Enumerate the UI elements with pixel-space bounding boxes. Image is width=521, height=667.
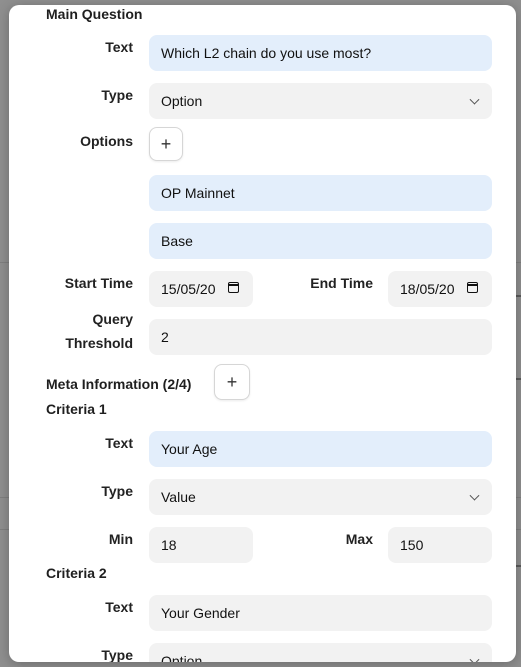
criteria-1-min-input[interactable]: 18 xyxy=(149,527,253,563)
criteria-2-text-label: Text xyxy=(105,599,133,615)
criteria-2-type-select[interactable]: Option xyxy=(149,643,492,662)
end-time-value: 18/05/20 xyxy=(400,281,455,297)
add-option-button[interactable]: + xyxy=(149,127,183,161)
start-time-input[interactable]: 15/05/20 xyxy=(149,271,253,307)
calendar-icon xyxy=(228,282,239,293)
criteria-1-text-label: Text xyxy=(105,435,133,451)
chevron-down-icon xyxy=(469,490,480,501)
criteria-1-title: Criteria 1 xyxy=(46,401,107,417)
criteria-2-type-label: Type xyxy=(101,647,133,662)
criteria-1-text-input[interactable]: Your Age xyxy=(149,431,492,467)
criteria-1-max-input[interactable]: 150 xyxy=(388,527,492,563)
end-time-input[interactable]: 18/05/20 xyxy=(388,271,492,307)
query-threshold-label: Query Threshold xyxy=(49,307,133,355)
criteria-1-type-value: Value xyxy=(161,489,196,505)
question-editor-modal: Main Question Text Which L2 chain do you… xyxy=(9,5,516,662)
text-label: Text xyxy=(105,39,133,55)
meta-information-title: Meta Information (2/4) xyxy=(46,376,192,392)
question-text-input[interactable]: Which L2 chain do you use most? xyxy=(149,35,492,71)
criteria-1-max-label: Max xyxy=(345,531,373,547)
criteria-1-type-select[interactable]: Value xyxy=(149,479,492,515)
question-type-value: Option xyxy=(161,93,203,109)
query-threshold-input[interactable]: 2 xyxy=(149,319,492,355)
query-threshold-label-line2: Threshold xyxy=(65,335,133,351)
query-threshold-label-line1: Query xyxy=(92,311,133,327)
criteria-1-type-label: Type xyxy=(101,483,133,499)
criteria-2-text-input[interactable]: Your Gender xyxy=(149,595,492,631)
chevron-down-icon xyxy=(469,94,480,105)
start-time-value: 15/05/20 xyxy=(161,281,216,297)
add-criteria-button[interactable]: + xyxy=(214,364,250,400)
main-question-title: Main Question xyxy=(46,6,143,22)
end-time-label: End Time xyxy=(310,275,373,291)
plus-icon: + xyxy=(226,372,238,392)
calendar-icon xyxy=(467,282,478,293)
plus-icon: + xyxy=(160,134,172,154)
criteria-1-min-label: Min xyxy=(108,531,133,547)
option-input-2[interactable]: Base xyxy=(149,223,492,259)
start-time-label: Start Time xyxy=(64,275,133,291)
options-label: Options xyxy=(80,133,133,149)
question-type-select[interactable]: Option xyxy=(149,83,492,119)
criteria-2-type-value: Option xyxy=(161,653,203,662)
criteria-2-title: Criteria 2 xyxy=(46,565,107,581)
chevron-down-icon xyxy=(469,654,480,662)
option-input-1[interactable]: OP Mainnet xyxy=(149,175,492,211)
type-label: Type xyxy=(101,87,133,103)
